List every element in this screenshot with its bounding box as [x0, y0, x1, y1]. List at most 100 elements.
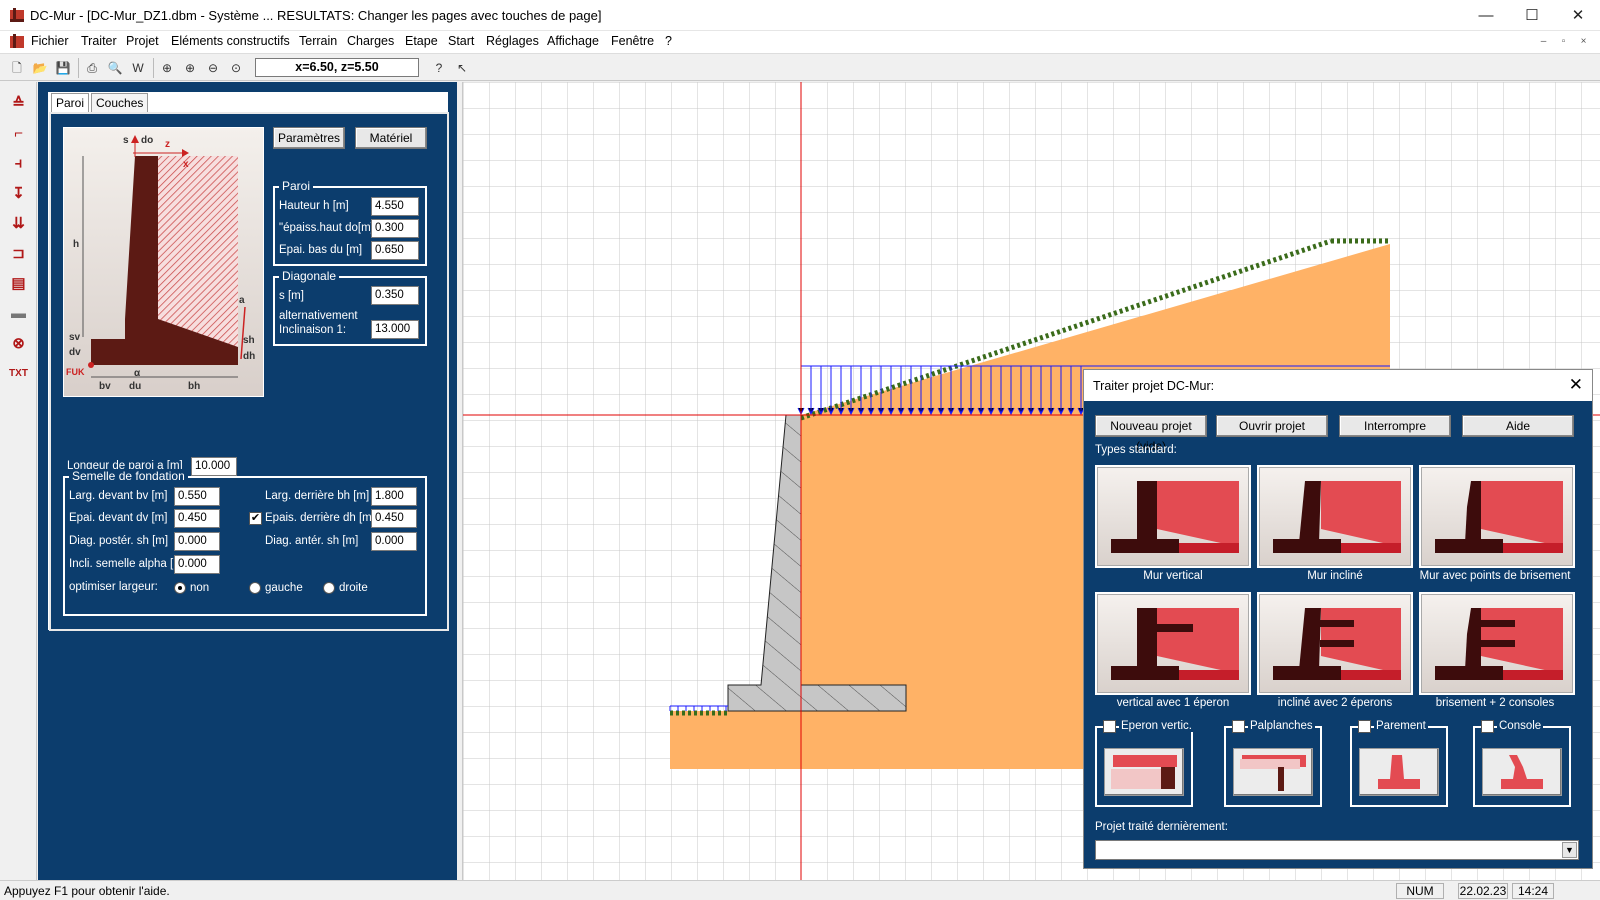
- diagonale-group: Diagonale s [m] 0.350 alternativement In…: [273, 269, 427, 346]
- menu-charges[interactable]: Charges: [347, 34, 394, 48]
- mdi-restore-button[interactable]: ▫: [1555, 34, 1572, 49]
- optimize-gauche-radio[interactable]: [249, 582, 261, 594]
- special-parement-group: Parement: [1350, 720, 1448, 807]
- console-button[interactable]: [1482, 748, 1562, 796]
- bv-label: Larg. devant bv [m]: [69, 490, 168, 502]
- maximize-button[interactable]: ☐: [1509, 0, 1555, 31]
- console-checkbox[interactable]: [1481, 720, 1494, 733]
- help-icon[interactable]: ?: [430, 59, 448, 77]
- menu-affichage[interactable]: Affichage: [547, 34, 599, 48]
- menu-fichier[interactable]: Fichier: [31, 34, 69, 48]
- export-word-icon[interactable]: W: [129, 59, 147, 77]
- height-input[interactable]: 4.550: [371, 197, 419, 216]
- new-project-button[interactable]: Nouveau projet (vide): [1095, 415, 1207, 453]
- sh-ant-input[interactable]: 0.000: [371, 532, 417, 551]
- bh-input[interactable]: 1.800: [371, 487, 417, 506]
- open-file-icon[interactable]: 📂: [31, 59, 49, 77]
- bottom-thickness-input[interactable]: 0.650: [371, 241, 419, 260]
- chevron-down-icon[interactable]: ▼: [1562, 842, 1577, 858]
- type-vertical-1-eperon[interactable]: [1095, 592, 1251, 695]
- bh-label: Larg. derrière bh [m]: [265, 490, 370, 502]
- type-brisement-2-consoles[interactable]: [1419, 592, 1575, 695]
- dh-checkbox[interactable]: ✔: [249, 512, 262, 525]
- type-mur-brisement-caption: Mur avec points de brisement: [1419, 570, 1571, 582]
- point-load-icon[interactable]: ↧: [5, 180, 32, 207]
- top-thickness-input[interactable]: 0.300: [371, 219, 419, 238]
- window-title: DC-Mur - [DC-Mur_DZ1.dbm - Système ... R…: [30, 8, 602, 23]
- menu-start[interactable]: Start: [448, 34, 474, 48]
- optimize-non-radio[interactable]: [174, 582, 186, 594]
- menu-fenetre[interactable]: Fenêtre: [611, 34, 654, 48]
- type-incline-2-eperons[interactable]: [1257, 592, 1413, 695]
- zoom-window-icon[interactable]: ⊕: [158, 59, 176, 77]
- bv-input[interactable]: 0.550: [174, 487, 220, 506]
- type-mur-vertical[interactable]: [1095, 465, 1251, 568]
- zoom-in-icon[interactable]: ⊕: [181, 59, 199, 77]
- terrain-icon[interactable]: ⌐: [5, 120, 32, 147]
- status-date: 22.02.23: [1458, 883, 1508, 899]
- optimize-non-label: non: [190, 582, 210, 594]
- zoom-all-icon[interactable]: ⊙: [227, 59, 245, 77]
- open-project-button[interactable]: Ouvrir projet: [1216, 415, 1328, 437]
- new-file-icon[interactable]: 🗋: [8, 59, 26, 77]
- distributed-load-icon[interactable]: ⇊: [5, 210, 32, 237]
- dv-input[interactable]: 0.450: [174, 509, 220, 528]
- dialog-close-button[interactable]: ✕: [1569, 375, 1583, 395]
- tab-paroi[interactable]: Paroi: [51, 93, 90, 112]
- inclination-input[interactable]: 13.000: [371, 320, 419, 339]
- palplanches-checkbox[interactable]: [1232, 720, 1245, 733]
- menu-elements-constructifs[interactable]: Eléments constructifs: [171, 34, 290, 48]
- s-input[interactable]: 0.350: [371, 286, 419, 305]
- menu-terrain[interactable]: Terrain: [299, 34, 337, 48]
- interrupt-button[interactable]: Interrompre: [1339, 415, 1451, 437]
- section-forces-icon[interactable]: ⊐: [5, 240, 32, 267]
- context-help-icon[interactable]: ↖: [453, 59, 471, 77]
- special-eperon-group: Eperon vertic.: [1095, 720, 1194, 807]
- menu-reglages[interactable]: Réglages: [486, 34, 539, 48]
- diagonale-group-title: Diagonale: [279, 269, 340, 283]
- alternative-label: alternativement: [279, 310, 358, 322]
- alpha-input[interactable]: 0.000: [174, 555, 220, 574]
- menu-etape[interactable]: Etape: [405, 34, 438, 48]
- console-label: Console: [1497, 720, 1544, 732]
- close-button[interactable]: ✕: [1555, 0, 1600, 31]
- tab-couches[interactable]: Couches: [91, 93, 149, 112]
- wall-length-input[interactable]: 10.000: [191, 457, 237, 476]
- last-project-select[interactable]: [1095, 840, 1579, 860]
- optimize-droite-radio[interactable]: [323, 582, 335, 594]
- parement-checkbox[interactable]: [1358, 720, 1371, 733]
- dh-input[interactable]: 0.450: [371, 509, 417, 528]
- menu-projet[interactable]: Projet: [126, 34, 159, 48]
- type-mur-brisement[interactable]: [1419, 465, 1575, 568]
- cross-section-icon[interactable]: ▬: [5, 300, 32, 327]
- sketch-label-bv: bv: [99, 381, 111, 392]
- sketch-label-fuk: FUK: [66, 367, 85, 377]
- zoom-out-icon[interactable]: ⊖: [204, 59, 222, 77]
- inclination-label: Inclinaison 1:: [279, 324, 347, 336]
- help-button[interactable]: Aide: [1462, 415, 1574, 437]
- sketch-label-do: do: [141, 135, 153, 146]
- print-preview-icon[interactable]: 🔍: [106, 59, 124, 77]
- sh-post-input[interactable]: 0.000: [174, 532, 220, 551]
- eperon-button[interactable]: [1104, 748, 1184, 796]
- visibility-icon[interactable]: ⊗: [5, 330, 32, 357]
- document-icon[interactable]: [9, 34, 25, 49]
- wall-icon[interactable]: ⫞: [5, 150, 32, 177]
- minimize-button[interactable]: —: [1463, 0, 1509, 31]
- water-level-icon[interactable]: ≙: [5, 90, 32, 117]
- mdi-close-button[interactable]: ×: [1575, 34, 1592, 49]
- material-button[interactable]: Matériel: [355, 127, 427, 149]
- save-icon[interactable]: 💾: [54, 59, 72, 77]
- report-icon[interactable]: ▤: [5, 270, 32, 297]
- parement-button[interactable]: [1359, 748, 1439, 796]
- print-icon[interactable]: ⎙: [83, 59, 101, 77]
- type-mur-incline[interactable]: [1257, 465, 1413, 568]
- eperon-checkbox[interactable]: [1103, 720, 1116, 733]
- menu-help[interactable]: ?: [665, 34, 672, 48]
- mdi-minimize-button[interactable]: –: [1535, 34, 1552, 49]
- palplanches-button[interactable]: [1233, 748, 1313, 796]
- parameters-button[interactable]: Paramètres: [273, 127, 345, 149]
- menu-traiter[interactable]: Traiter: [81, 34, 117, 48]
- sketch-label-h: h: [73, 239, 79, 250]
- text-icon[interactable]: TXT: [5, 360, 32, 387]
